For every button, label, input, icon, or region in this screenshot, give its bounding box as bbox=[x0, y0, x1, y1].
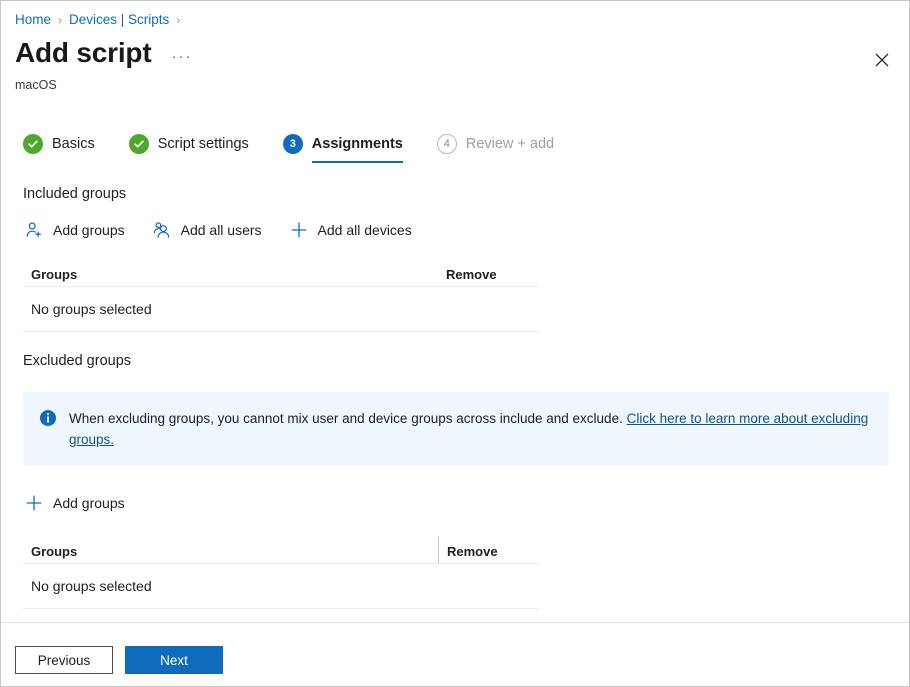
info-icon bbox=[39, 409, 57, 427]
excluded-add-groups-button[interactable]: Add groups bbox=[23, 492, 125, 514]
breadcrumb-item-devices-scripts[interactable]: Devices | Scripts bbox=[69, 11, 169, 29]
add-all-users-button[interactable]: Add all users bbox=[151, 219, 262, 241]
wizard-steps: Basics Script settings 3 Assignments 4 R… bbox=[23, 134, 554, 163]
next-button[interactable]: Next bbox=[125, 646, 223, 674]
tab-script-settings-label: Script settings bbox=[158, 136, 249, 152]
add-all-devices-button-label: Add all devices bbox=[318, 222, 412, 238]
add-all-users-button-label: Add all users bbox=[181, 222, 262, 238]
person-add-icon bbox=[23, 219, 45, 241]
included-groups-heading: Included groups bbox=[23, 186, 126, 202]
add-groups-button[interactable]: Add groups bbox=[23, 219, 125, 241]
step-complete-icon-basics bbox=[23, 134, 43, 154]
close-icon[interactable] bbox=[869, 47, 895, 73]
column-header-groups: Groups bbox=[23, 267, 438, 286]
empty-state-text: No groups selected bbox=[23, 301, 152, 317]
table-row: No groups selected bbox=[23, 287, 539, 332]
tab-basics[interactable]: Basics bbox=[23, 134, 95, 163]
breadcrumb-separator-icon: › bbox=[58, 11, 62, 29]
step-number-badge-assignments: 3 bbox=[283, 134, 303, 154]
step-complete-icon-script-settings bbox=[129, 134, 149, 154]
exclusion-info-banner: When excluding groups, you cannot mix us… bbox=[23, 392, 889, 466]
tab-script-settings[interactable]: Script settings bbox=[129, 134, 249, 163]
add-all-devices-button[interactable]: Add all devices bbox=[288, 219, 412, 241]
included-groups-command-bar: Add groups Add all users Add all devices bbox=[23, 219, 412, 241]
column-header-remove: Remove bbox=[438, 267, 539, 286]
step-number-badge-review: 4 bbox=[437, 134, 457, 154]
title-row: Add script ··· bbox=[15, 36, 192, 70]
excluded-add-groups-button-label: Add groups bbox=[53, 495, 125, 511]
excluded-groups-table: Groups Remove No groups selected bbox=[23, 536, 539, 609]
page-title: Add script bbox=[15, 36, 151, 70]
wizard-footer: Previous Next bbox=[15, 646, 223, 674]
column-header-remove: Remove bbox=[438, 536, 539, 563]
empty-state-text: No groups selected bbox=[23, 578, 152, 594]
previous-button[interactable]: Previous bbox=[15, 646, 113, 674]
table-header-row: Groups Remove bbox=[23, 536, 539, 564]
exclusion-info-message: When excluding groups, you cannot mix us… bbox=[69, 411, 627, 426]
breadcrumb-separator-icon-2: › bbox=[176, 11, 180, 29]
tab-assignments[interactable]: 3 Assignments bbox=[283, 134, 403, 163]
more-options-button[interactable]: ··· bbox=[171, 48, 192, 65]
breadcrumb-item-home[interactable]: Home bbox=[15, 11, 51, 29]
exclusion-info-text: When excluding groups, you cannot mix us… bbox=[69, 408, 875, 450]
add-script-wizard-panel: Home › Devices | Scripts › Add script ··… bbox=[0, 0, 910, 687]
plus-icon bbox=[23, 492, 45, 514]
column-header-groups: Groups bbox=[23, 544, 438, 563]
tab-basics-label: Basics bbox=[52, 136, 95, 152]
footer-divider bbox=[1, 622, 909, 623]
excluded-groups-command-bar: Add groups bbox=[23, 492, 125, 514]
page-subtitle: macOS bbox=[15, 78, 57, 92]
tab-review-add-label: Review + add bbox=[466, 136, 554, 152]
excluded-groups-heading: Excluded groups bbox=[23, 353, 131, 369]
add-groups-button-label: Add groups bbox=[53, 222, 125, 238]
included-groups-table: Groups Remove No groups selected bbox=[23, 259, 539, 332]
tab-assignments-label: Assignments bbox=[312, 136, 403, 152]
tab-review-add[interactable]: 4 Review + add bbox=[437, 134, 554, 163]
people-icon bbox=[151, 219, 173, 241]
table-row: No groups selected bbox=[23, 564, 539, 609]
table-header-row: Groups Remove bbox=[23, 259, 539, 287]
breadcrumb: Home › Devices | Scripts › bbox=[15, 11, 187, 29]
tab-active-underline bbox=[312, 161, 403, 163]
plus-icon bbox=[288, 219, 310, 241]
